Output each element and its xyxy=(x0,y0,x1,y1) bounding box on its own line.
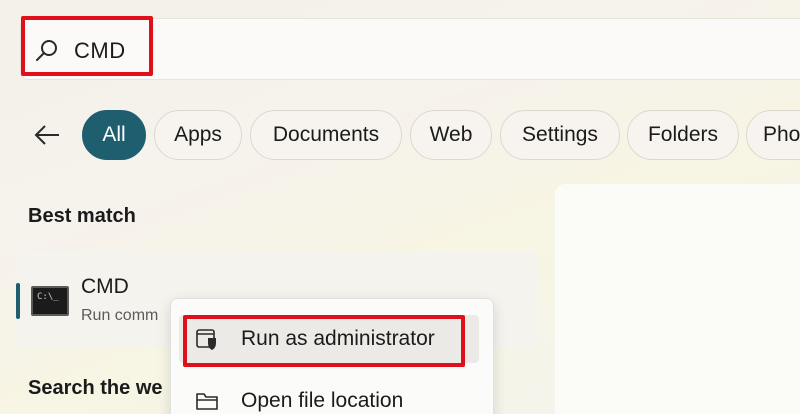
filter-folders[interactable]: Folders xyxy=(627,110,739,160)
result-subtitle: Run comm xyxy=(81,307,159,324)
filter-all[interactable]: All xyxy=(82,110,146,160)
folder-icon xyxy=(196,393,218,410)
menu-item-open-file-location[interactable]: Open file location xyxy=(179,377,479,414)
filter-apps[interactable]: Apps xyxy=(154,110,242,160)
filter-documents[interactable]: Documents xyxy=(250,110,402,160)
preview-pane xyxy=(555,184,800,414)
selection-indicator xyxy=(16,283,20,319)
menu-label-open-file-location: Open file location xyxy=(241,389,404,412)
command-prompt-icon: C:\_ xyxy=(31,286,69,316)
filter-photos[interactable]: Pho xyxy=(746,110,800,160)
result-title: CMD xyxy=(81,275,129,298)
search-highlight-box xyxy=(21,16,153,76)
filter-settings[interactable]: Settings xyxy=(500,110,620,160)
back-arrow-icon[interactable] xyxy=(32,120,62,150)
run-as-admin-highlight-box xyxy=(183,315,465,367)
filter-web[interactable]: Web xyxy=(410,110,492,160)
best-match-heading: Best match xyxy=(28,205,136,227)
search-web-heading: Search the we xyxy=(28,377,163,399)
